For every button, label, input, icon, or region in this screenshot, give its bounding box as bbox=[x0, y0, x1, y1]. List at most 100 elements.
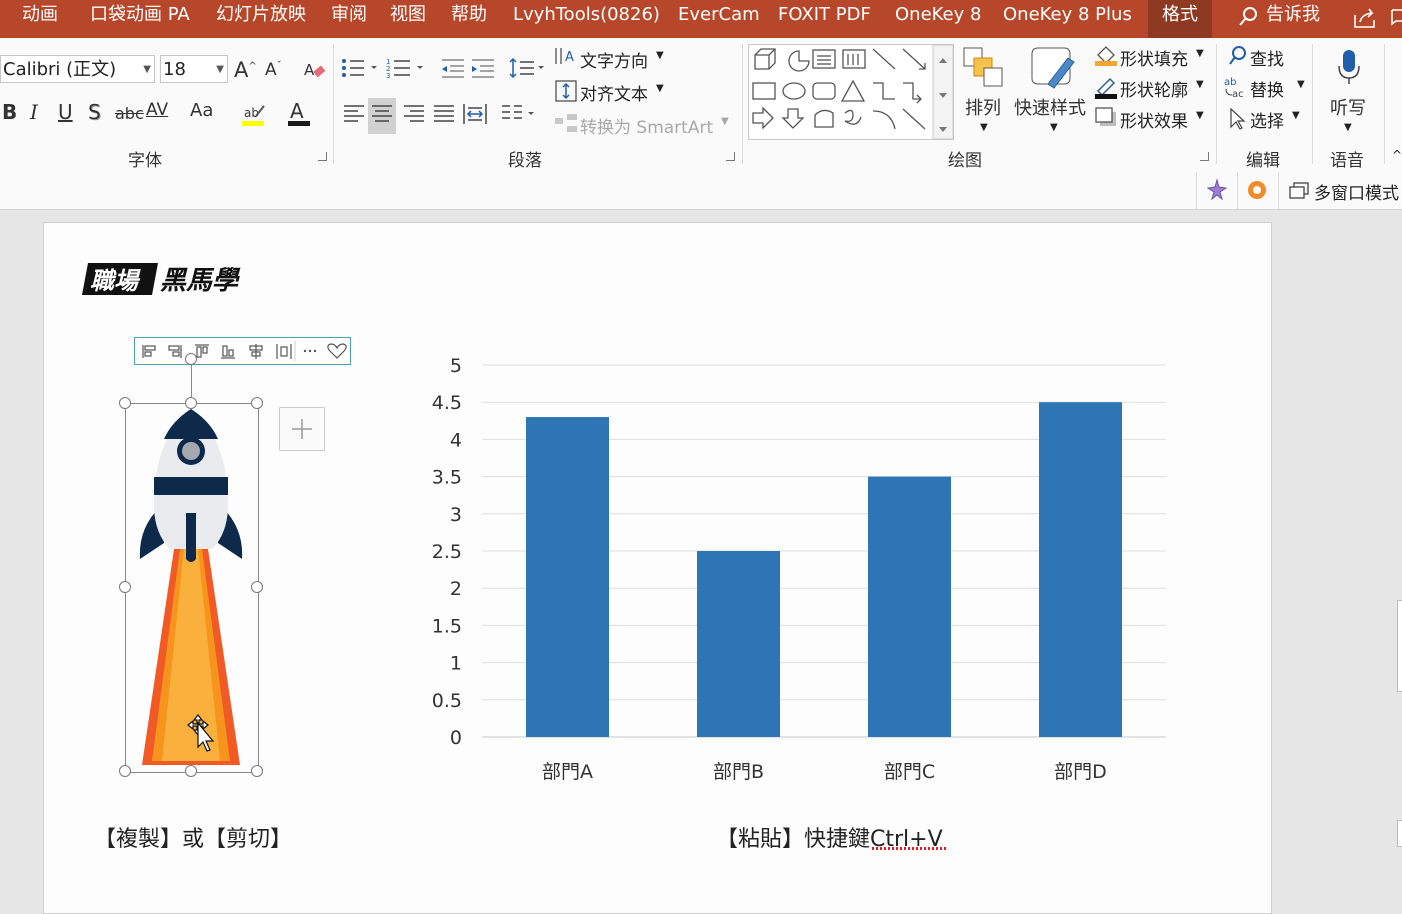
add-element-button[interactable] bbox=[279, 407, 325, 451]
svg-text:ab: ab bbox=[1224, 77, 1236, 88]
align-left-icon[interactable] bbox=[142, 345, 156, 358]
resize-handle[interactable] bbox=[119, 765, 131, 777]
tab-onekey8-plus[interactable]: OneKey 8 Plus bbox=[1003, 0, 1132, 38]
convert-smartart-button[interactable]: 转换为 SmartArt bbox=[580, 113, 713, 138]
align-right-icon[interactable] bbox=[168, 345, 182, 358]
shape-effects-icon[interactable] bbox=[1094, 106, 1118, 134]
distributed-icon[interactable] bbox=[462, 102, 488, 130]
font-dialog-launcher[interactable] bbox=[318, 152, 327, 161]
bar[interactable] bbox=[1039, 402, 1122, 737]
tab-slideshow[interactable]: 幻灯片放映 bbox=[216, 0, 306, 38]
replace-button[interactable]: 替换 bbox=[1250, 76, 1284, 101]
tab-onekey8[interactable]: OneKey 8 bbox=[895, 0, 981, 38]
shadow-button[interactable]: S bbox=[88, 100, 101, 124]
search-icon[interactable] bbox=[1238, 6, 1258, 32]
bullets-icon[interactable] bbox=[340, 56, 380, 84]
tab-view[interactable]: 视图 bbox=[390, 0, 426, 38]
justify-icon[interactable] bbox=[432, 102, 456, 130]
arrange-button[interactable]: 排列 bbox=[965, 94, 1001, 120]
align-center-icon[interactable] bbox=[368, 98, 396, 134]
character-spacing-button[interactable]: AV bbox=[146, 100, 168, 120]
shape-outline-icon[interactable] bbox=[1094, 75, 1118, 103]
scrollbar-button[interactable] bbox=[1397, 820, 1402, 847]
multiwindow-mode-button[interactable]: 多窗口模式 bbox=[1314, 179, 1399, 204]
highlight-color-icon[interactable]: ab bbox=[242, 102, 268, 132]
tab-pocket-animation[interactable]: 口袋动画 PA bbox=[90, 0, 190, 38]
line-spacing-icon[interactable] bbox=[508, 56, 546, 84]
resize-handle[interactable] bbox=[119, 397, 131, 409]
resize-handle[interactable] bbox=[251, 581, 263, 593]
tab-foxit-pdf[interactable]: FOXIT PDF bbox=[778, 0, 871, 38]
bar-chart[interactable]: 0 0.5 1 1.5 2 2.5 3 3.5 4 4.5 5 部門A 部門B 部門C 部門D bbox=[414, 348, 1214, 798]
replace-icon[interactable]: ab ac bbox=[1224, 75, 1248, 103]
tab-evercam[interactable]: EverCam bbox=[678, 0, 760, 38]
find-button[interactable]: 查找 bbox=[1250, 45, 1284, 70]
align-bottom-icon[interactable] bbox=[221, 345, 235, 359]
bar[interactable] bbox=[697, 551, 780, 737]
align-right-icon[interactable] bbox=[402, 102, 426, 130]
tab-animation[interactable]: 动画 bbox=[22, 0, 58, 38]
more-icon[interactable] bbox=[303, 349, 317, 353]
tab-help[interactable]: 帮助 bbox=[451, 0, 487, 38]
clear-format-icon[interactable]: A bbox=[303, 58, 327, 86]
shape-outline-button[interactable]: 形状轮廓 bbox=[1120, 76, 1188, 101]
grow-font-button[interactable]: A^ bbox=[234, 58, 257, 82]
italic-button[interactable]: I bbox=[30, 100, 38, 124]
distribute-icon[interactable] bbox=[276, 344, 292, 359]
decrease-indent-icon[interactable] bbox=[440, 56, 466, 84]
tab-lvyhtools[interactable]: LvyhTools(0826) bbox=[513, 0, 660, 38]
numbering-icon[interactable]: 123 bbox=[386, 56, 426, 84]
align-text-icon[interactable] bbox=[553, 78, 579, 108]
resize-handle[interactable] bbox=[185, 765, 197, 777]
select-cursor-icon[interactable] bbox=[1228, 107, 1246, 135]
underline-button[interactable]: U bbox=[58, 100, 73, 124]
increase-indent-icon[interactable] bbox=[470, 56, 496, 84]
select-button[interactable]: 选择 bbox=[1250, 107, 1284, 132]
bold-button[interactable]: B bbox=[2, 100, 17, 124]
microphone-icon[interactable] bbox=[1336, 48, 1362, 92]
resize-handle[interactable] bbox=[251, 397, 263, 409]
columns-icon[interactable] bbox=[500, 102, 540, 130]
arrange-icon[interactable] bbox=[962, 46, 1006, 92]
text-direction-icon[interactable]: A bbox=[553, 44, 579, 74]
drawing-dialog-launcher[interactable] bbox=[1200, 152, 1209, 161]
resize-handle[interactable] bbox=[185, 397, 197, 409]
align-left-icon[interactable] bbox=[342, 102, 366, 130]
heart-icon[interactable] bbox=[327, 343, 347, 359]
tell-me-box[interactable]: 告诉我 bbox=[1266, 0, 1320, 38]
vertical-scrollbar[interactable] bbox=[1397, 600, 1402, 692]
comment-icon[interactable] bbox=[1390, 8, 1402, 34]
align-top-icon[interactable] bbox=[195, 344, 209, 358]
text-direction-button[interactable]: 文字方向 bbox=[580, 47, 648, 72]
strikethrough-button[interactable]: abc bbox=[115, 104, 144, 123]
change-case-button[interactable]: Aa bbox=[190, 100, 213, 121]
font-size-box[interactable]: 18 ▼ bbox=[160, 55, 228, 83]
tab-format[interactable]: 格式 bbox=[1148, 0, 1212, 38]
collapse-ribbon-icon[interactable]: ^ bbox=[1392, 148, 1402, 162]
quick-styles-icon[interactable] bbox=[1030, 44, 1076, 94]
tab-review[interactable]: 审阅 bbox=[331, 0, 367, 38]
paragraph-dialog-launcher[interactable] bbox=[726, 152, 735, 161]
shape-gallery[interactable] bbox=[748, 44, 954, 140]
shape-fill-button[interactable]: 形状填充 bbox=[1120, 45, 1188, 70]
align-text-button[interactable]: 对齐文本 bbox=[580, 80, 648, 105]
bar[interactable] bbox=[868, 476, 951, 737]
bar[interactable] bbox=[526, 417, 609, 737]
align-center-icon[interactable] bbox=[249, 344, 263, 359]
multiwindow-icon[interactable] bbox=[1288, 181, 1310, 205]
resize-handle[interactable] bbox=[251, 765, 263, 777]
shape-fill-icon[interactable] bbox=[1094, 43, 1118, 71]
magic-wand-icon[interactable] bbox=[1196, 172, 1238, 209]
shape-effects-button[interactable]: 形状效果 bbox=[1120, 107, 1188, 132]
dictate-button[interactable]: 听写 bbox=[1330, 94, 1366, 120]
share-icon[interactable] bbox=[1352, 6, 1378, 34]
resize-handle[interactable] bbox=[119, 581, 131, 593]
font-color-icon[interactable]: A bbox=[288, 99, 312, 132]
rotation-handle[interactable] bbox=[185, 353, 197, 365]
find-icon[interactable] bbox=[1228, 45, 1248, 71]
slide-canvas[interactable]: 職場 黑馬學 0 0.5 1 1.5 2 2.5 3 3.5 4 4.5 5 部… bbox=[43, 222, 1272, 914]
gear-icon[interactable] bbox=[1238, 172, 1279, 209]
shrink-font-button[interactable]: Aˇ bbox=[265, 60, 282, 80]
font-name-box[interactable]: Calibri (正文) ▼ bbox=[0, 55, 155, 83]
quick-styles-button[interactable]: 快速样式 bbox=[1014, 94, 1086, 120]
